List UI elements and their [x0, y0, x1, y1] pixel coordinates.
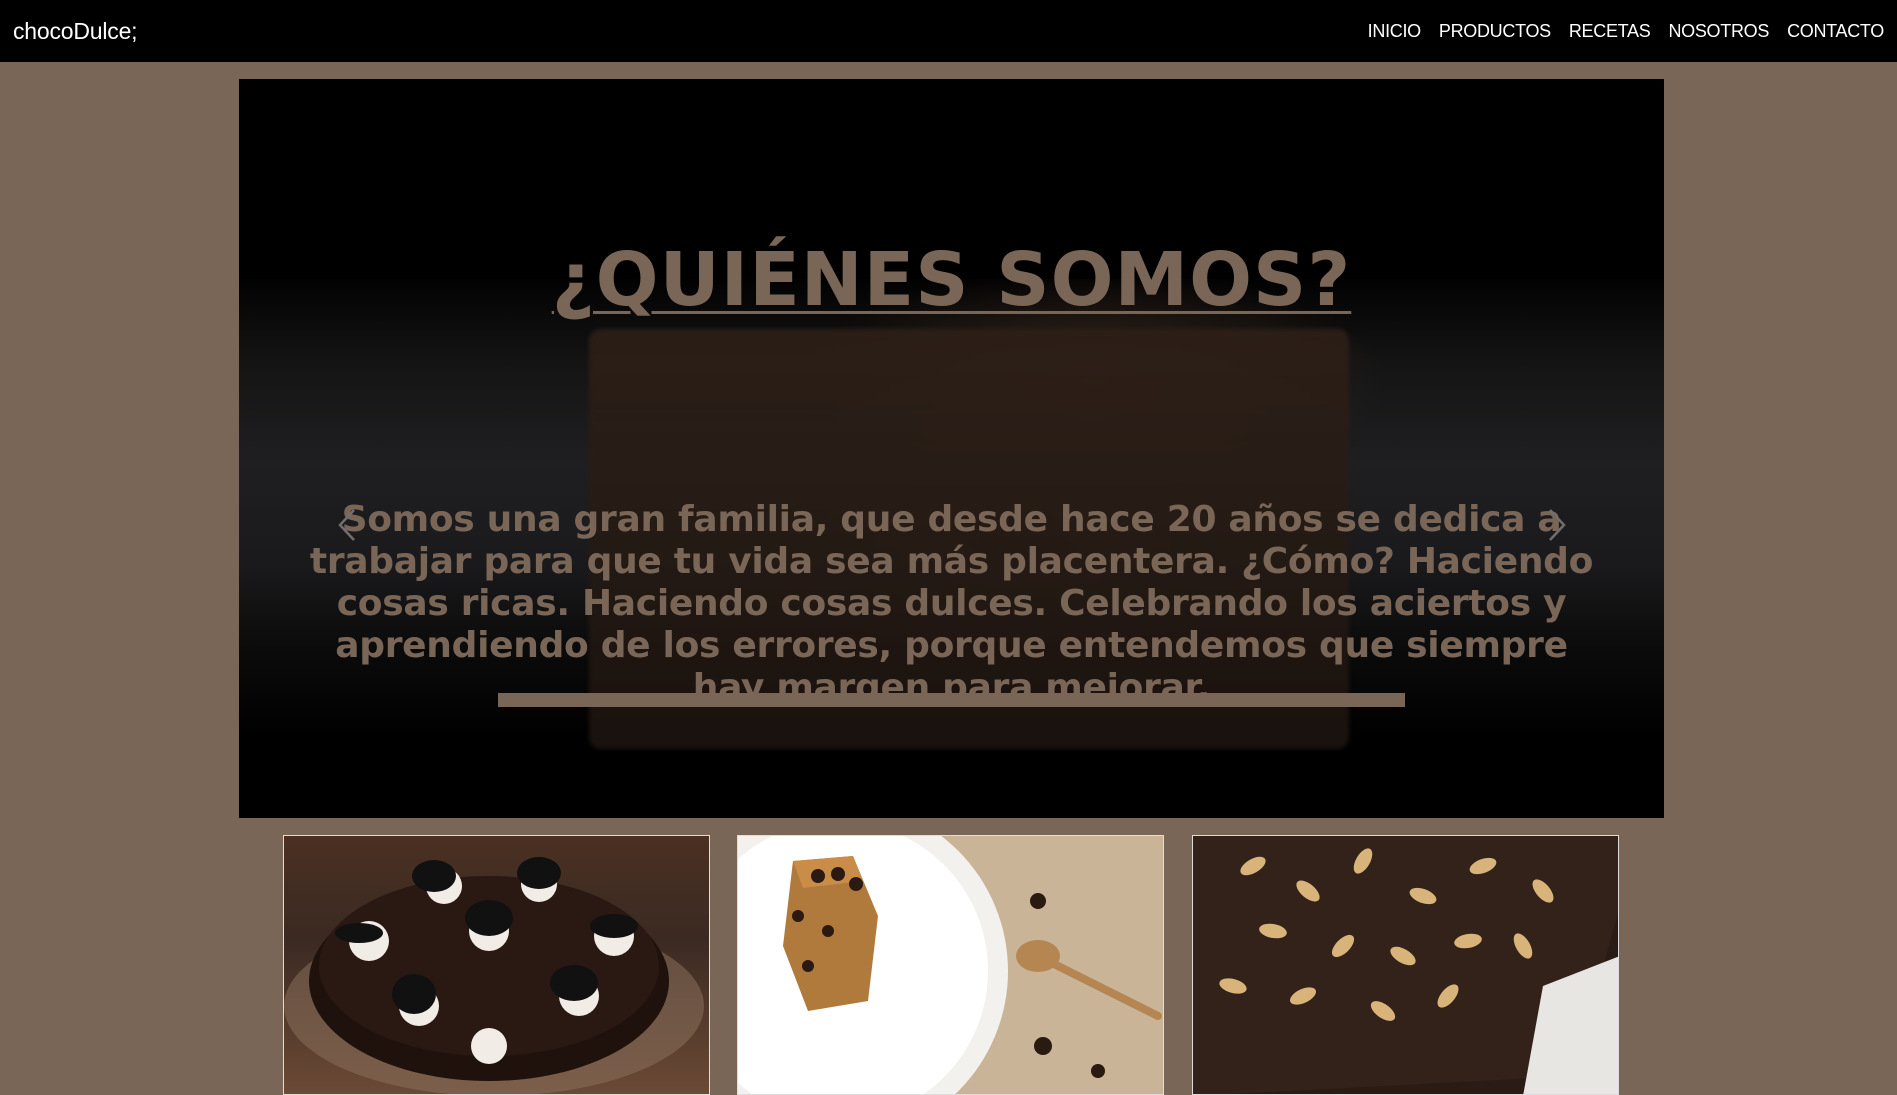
- nav-menu: INICIO PRODUCTOS RECETAS NOSOTROS CONTAC…: [1368, 21, 1885, 42]
- hero-carousel: ¿QUIÉNES SOMOS? Somos una gran familia, …: [239, 79, 1664, 818]
- carousel-prev-button[interactable]: [336, 507, 360, 543]
- product-card-oreo-cake[interactable]: [283, 835, 710, 1095]
- nav-link-recetas[interactable]: RECETAS: [1569, 21, 1651, 42]
- brand-logo[interactable]: chocoDulce;: [13, 18, 138, 45]
- oreo-cake-image: [284, 857, 704, 1094]
- nav-link-contacto[interactable]: CONTACTO: [1787, 21, 1884, 42]
- hero-title: ¿QUIÉNES SOMOS?: [551, 237, 1352, 323]
- nav-link-productos[interactable]: PRODUCTOS: [1439, 21, 1551, 42]
- product-card-almond-brownie[interactable]: [1192, 835, 1619, 1095]
- product-cards: [0, 835, 1897, 1095]
- almond-brownie-image: [1193, 836, 1618, 1094]
- hero-divider-bar: [498, 693, 1405, 707]
- cake-slice-image: [738, 836, 1163, 1094]
- nav-link-nosotros[interactable]: NOSOTROS: [1668, 21, 1769, 42]
- hero-description: Somos una gran familia, que desde hace 2…: [309, 499, 1594, 708]
- chevron-left-icon: [338, 509, 355, 541]
- navbar: chocoDulce; INICIO PRODUCTOS RECETAS NOS…: [0, 0, 1897, 62]
- carousel-next-button[interactable]: [1544, 507, 1568, 543]
- product-card-cake-slice[interactable]: [737, 835, 1164, 1095]
- chevron-right-icon: [1549, 509, 1566, 541]
- nav-link-inicio[interactable]: INICIO: [1368, 21, 1422, 42]
